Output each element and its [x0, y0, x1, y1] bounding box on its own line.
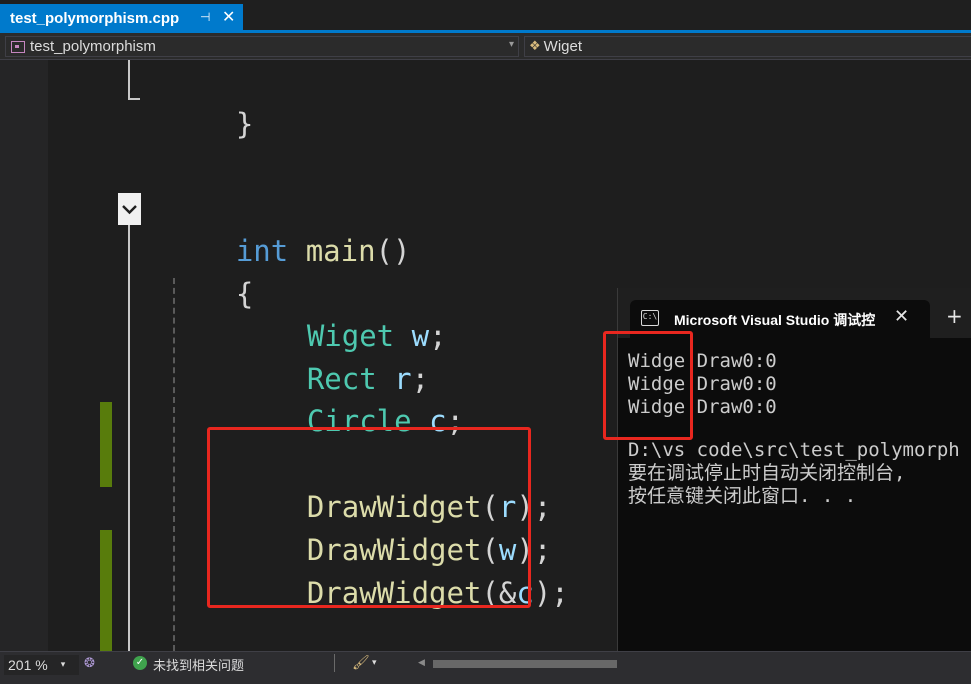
zoom-dropdown[interactable]: 201 % ▾ [4, 655, 79, 675]
status-separator [334, 654, 335, 672]
status-bar: 201 % ▾ ❂ ✓ 未找到相关问题 🖌 ▾ ◀ [0, 651, 971, 684]
chevron-down-icon[interactable]: ▾ [372, 658, 377, 668]
zoom-level: 201 % [8, 657, 48, 673]
navigation-bar: test_polymorphism ▾ ❖ Wiget [0, 33, 971, 60]
document-tab-test-polymorphism[interactable]: test_polymorphism.cpp ⊣ ✕ [0, 4, 243, 33]
console-line: D:\vs code\src\test_polymorph [628, 439, 960, 461]
terminal-icon: C:\ [641, 310, 659, 326]
close-icon[interactable]: ✕ [894, 306, 909, 327]
code-line-decl-circle: Circle c; [306, 404, 465, 438]
check-circle-icon: ✓ [133, 656, 147, 670]
chevron-down-icon [122, 204, 137, 214]
annotation-box-console [603, 331, 693, 440]
debug-console-window[interactable]: C:\ Microsoft Visual Studio 调试控 ✕ + Widg… [603, 288, 971, 684]
code-line-open-brace: { [235, 277, 254, 311]
code-line-decl-wiget: Wiget w; [306, 319, 447, 353]
scroll-left-icon[interactable]: ◀ [418, 658, 425, 668]
code-cleanup-icon[interactable]: 🖌 [352, 655, 370, 671]
change-indicator-2 [100, 530, 112, 651]
change-indicator-1 [100, 402, 112, 487]
member-dropdown[interactable]: ❖ Wiget [524, 36, 971, 57]
chevron-down-icon[interactable]: ▾ [509, 39, 514, 50]
plus-icon[interactable]: + [946, 306, 963, 326]
chevron-down-icon: ▾ [60, 660, 66, 670]
scope-label: test_polymorphism [30, 38, 156, 55]
close-icon[interactable]: ✕ [222, 7, 235, 26]
annotation-box-code [207, 427, 531, 608]
scope-dropdown[interactable]: test_polymorphism ▾ [5, 36, 519, 57]
structure-guide-previous-foot [128, 98, 140, 100]
code-line-decl-rect: Rect r; [306, 362, 430, 396]
issues-status[interactable]: 未找到相关问题 [153, 655, 244, 674]
pin-icon[interactable]: ⊣ [200, 10, 210, 24]
console-tab-title: Microsoft Visual Studio 调试控 [674, 312, 876, 328]
code-line-main: int main() [235, 234, 411, 268]
document-tab-bar: test_polymorphism.cpp ⊣ ✕ [0, 0, 971, 33]
fold-toggle-main[interactable] [118, 193, 141, 225]
structure-guide-main [128, 225, 130, 651]
tab-title: test_polymorphism.cpp [10, 10, 180, 27]
code-line-close-brace: } [235, 107, 254, 141]
console-line: 按任意键关闭此窗口. . . [628, 485, 857, 507]
member-label: Wiget [543, 38, 582, 55]
structure-guide-previous [128, 60, 130, 100]
project-icon [11, 40, 25, 53]
console-line: 要在调试停止时自动关闭控制台, [628, 462, 906, 484]
class-icon: ❖ [529, 39, 541, 54]
copilot-icon[interactable]: ❂ [84, 656, 95, 671]
function-main: main [305, 234, 376, 268]
horizontal-scrollbar[interactable] [433, 660, 617, 668]
